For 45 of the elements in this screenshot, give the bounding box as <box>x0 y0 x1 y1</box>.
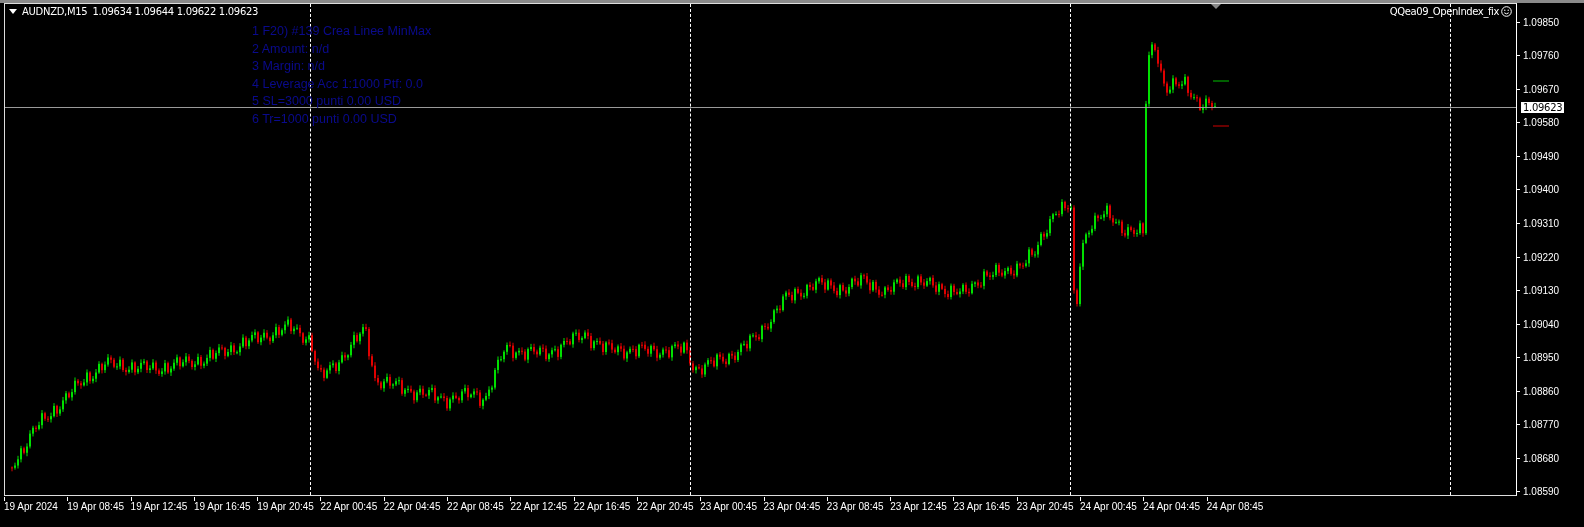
price-label: 1.08770 <box>1523 419 1560 430</box>
time-label: 24 Apr 04:45 <box>1143 501 1201 512</box>
price-label: 1.09490 <box>1523 151 1560 162</box>
time-label: 19 Apr 12:45 <box>130 501 188 512</box>
symbol-label: AUDNZD,M15 <box>22 6 88 17</box>
time-label: 22 Apr 16:45 <box>573 501 631 512</box>
indicator-text: 5 SL=3000 punti 0.00 USD <box>252 93 403 111</box>
time-label: 23 Apr 08:45 <box>826 501 884 512</box>
price-label: 1.09310 <box>1523 218 1560 229</box>
price-label: 1.08860 <box>1523 386 1560 397</box>
time-label: 22 Apr 00:45 <box>320 501 378 512</box>
price-label: 1.09670 <box>1523 84 1560 95</box>
price-label: 1.09220 <box>1523 252 1560 263</box>
time-label: 19 Apr 08:45 <box>67 501 124 512</box>
price-label: 1.09580 <box>1523 117 1560 128</box>
ohlc-values: 1.09634 1.09644 1.09622 1.09623 <box>92 6 259 17</box>
time-label: 24 Apr 00:45 <box>1080 501 1137 512</box>
time-label: 22 Apr 12:45 <box>510 501 568 512</box>
indicator-text: 2 Amount: n/d <box>252 40 331 58</box>
expert-name: QQea09_OpenIndex_fix <box>1389 6 1499 17</box>
price-label: 1.09760 <box>1523 50 1560 61</box>
time-label: 23 Apr 04:45 <box>763 501 821 512</box>
time-label: 19 Apr 20:45 <box>257 501 314 512</box>
time-label: 19 Apr 2024 <box>4 501 58 512</box>
time-label: 23 Apr 00:45 <box>700 501 757 512</box>
time-label: 22 Apr 20:45 <box>636 501 694 512</box>
price-label: 1.08680 <box>1523 453 1560 464</box>
price-label: 1.08950 <box>1523 352 1560 363</box>
price-label: 1.09040 <box>1523 319 1560 330</box>
price-label: 1.09850 <box>1523 17 1560 28</box>
time-label: 23 Apr 16:45 <box>953 501 1011 512</box>
indicator-text: 3 Margin: n/d <box>252 58 326 76</box>
time-label: 22 Apr 04:45 <box>383 501 441 512</box>
current-price-label: 1.09623 <box>1520 101 1566 114</box>
time-label: 19 Apr 16:45 <box>193 501 251 512</box>
price-label: 1.09400 <box>1523 184 1560 195</box>
time-label: 23 Apr 12:45 <box>890 501 947 512</box>
indicator-text: 4 Leverage Acc 1:1000 Ptf: 0.0 <box>252 75 424 93</box>
price-label: 1.08590 <box>1523 486 1560 497</box>
indicator-text: 1 F20) #139 Crea Linee MinMax <box>252 23 432 40</box>
time-label: 22 Apr 08:45 <box>447 501 504 512</box>
price-label: 1.09130 <box>1523 285 1560 296</box>
time-label: 23 Apr 20:45 <box>1016 501 1074 512</box>
time-label: 24 Apr 08:45 <box>1206 501 1264 512</box>
indicator-text: 6 Tr=1000 punti 0.00 USD <box>252 110 398 128</box>
